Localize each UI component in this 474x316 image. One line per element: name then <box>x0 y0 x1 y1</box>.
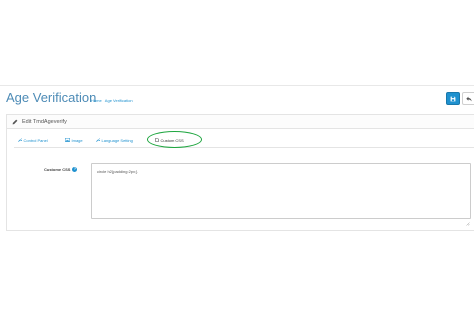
custom-css-label-text: Custome CSS <box>44 167 71 172</box>
save-button[interactable] <box>446 92 460 105</box>
tab-label: Language Setting <box>101 138 133 143</box>
breadcrumb: Home Age Verification <box>91 98 133 103</box>
save-icon <box>450 96 456 101</box>
question-icon[interactable]: ? <box>72 167 78 172</box>
tab-control-panel[interactable]: Control Panel <box>18 138 48 143</box>
wrench-icon <box>18 138 23 143</box>
custom-css-highlight <box>147 131 202 148</box>
panel-heading: Edit TmdAgeverify <box>7 115 474 129</box>
breadcrumb-separator <box>103 98 104 103</box>
pencil-icon <box>12 119 18 125</box>
edit-panel: Edit TmdAgeverify Control Panel Image La… <box>6 114 474 231</box>
breadcrumb-current-link[interactable]: Age Verification <box>105 98 133 103</box>
custom-css-label: Custome CSS ? <box>44 167 78 172</box>
page-header: Age Verification Home Age Verification <box>0 85 474 110</box>
breadcrumb-home-link[interactable]: Home <box>91 98 102 103</box>
tab-label: Control Panel <box>23 138 48 143</box>
image-icon <box>65 137 70 143</box>
tab-label: Image <box>71 138 83 143</box>
page-title: Age Verification <box>6 90 97 105</box>
wrench-icon <box>96 138 101 143</box>
panel-heading-title: Edit TmdAgeverify <box>22 118 67 125</box>
custom-css-textarea[interactable]: circle h2{padding:2px;} <box>91 163 471 219</box>
tab-language-setting[interactable]: Language Setting <box>96 138 133 143</box>
tab-image[interactable]: Image <box>65 137 83 143</box>
tab-bar: Control Panel Image Language Setting Cus… <box>14 131 474 148</box>
back-button[interactable] <box>462 92 474 105</box>
resize-handle[interactable] <box>465 213 470 226</box>
reply-icon <box>466 96 472 101</box>
